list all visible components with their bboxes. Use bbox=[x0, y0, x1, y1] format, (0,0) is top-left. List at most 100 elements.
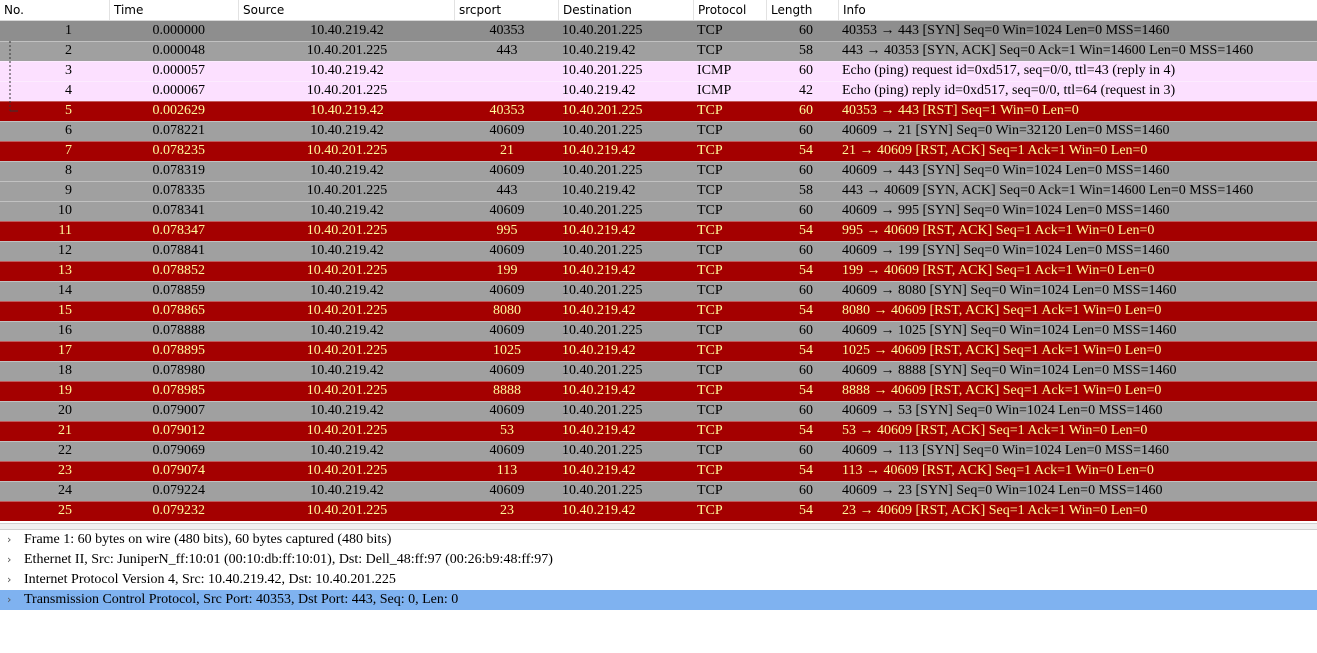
packet-length: 60 bbox=[799, 283, 813, 298]
column-header-srcport[interactable]: srcport bbox=[455, 0, 559, 20]
packet-protocol: TCP bbox=[697, 503, 723, 518]
packet-row[interactable]: 1 0.000000 10.40.219.42 40353 10.40.201.225 T… bbox=[0, 21, 1317, 41]
packet-time: 0.078980 bbox=[152, 363, 206, 378]
packet-source: 10.40.201.225 bbox=[306, 383, 388, 398]
packet-row[interactable]: 14 0.078859 10.40.219.42 40609 10.40.201.225… bbox=[0, 281, 1317, 301]
packet-row[interactable]: 20 0.079007 10.40.219.42 40609 10.40.201.225… bbox=[0, 401, 1317, 421]
packet-length: 54 bbox=[799, 463, 813, 478]
packet-number: 12 bbox=[58, 243, 72, 258]
packet-row[interactable]: 23 0.079074 10.40.201.225 113 10.40.219.42 TC… bbox=[0, 461, 1317, 481]
packet-time: 0.078319 bbox=[152, 163, 206, 178]
packet-row[interactable]: 7 0.078235 10.40.201.225 21 10.40.219.42 TCP 5… bbox=[0, 141, 1317, 161]
packet-row[interactable]: 8 0.078319 10.40.219.42 40609 10.40.201.225 T… bbox=[0, 161, 1317, 181]
packet-time: 0.000000 bbox=[152, 23, 206, 38]
packet-number: 8 bbox=[65, 163, 72, 178]
packet-list-pane[interactable]: No. Time Source srcport Destination Prot… bbox=[0, 0, 1317, 523]
packet-source: 10.40.219.42 bbox=[310, 363, 384, 378]
packet-row[interactable]: 6 0.078221 10.40.219.42 40609 10.40.201.225 T… bbox=[0, 121, 1317, 141]
pane-splitter[interactable] bbox=[0, 523, 1317, 530]
packet-length: 54 bbox=[799, 303, 813, 318]
packet-source: 10.40.201.225 bbox=[306, 83, 388, 98]
packet-protocol: TCP bbox=[697, 223, 723, 238]
detail-tree-item[interactable]: › Transmission Control Protocol, Src Port… bbox=[0, 590, 1317, 610]
packet-destination: 10.40.201.225 bbox=[562, 203, 643, 218]
packet-length: 54 bbox=[799, 223, 813, 238]
packet-info: 40609 → 8888 [SYN] Seq=0 Win=1024 Len=0 … bbox=[842, 363, 1177, 378]
column-header-source[interactable]: Source bbox=[239, 0, 455, 20]
packet-time: 0.078841 bbox=[152, 243, 206, 258]
packet-row[interactable]: 18 0.078980 10.40.219.42 40609 10.40.201.225… bbox=[0, 361, 1317, 381]
column-header-time[interactable]: Time bbox=[110, 0, 239, 20]
packet-row[interactable]: 11 0.078347 10.40.201.225 995 10.40.219.42 TC… bbox=[0, 221, 1317, 241]
packet-details-pane[interactable]: › Frame 1: 60 bytes on wire (480 bits), 6… bbox=[0, 530, 1317, 653]
packet-row[interactable]: 13 0.078852 10.40.201.225 199 10.40.219.42 TC… bbox=[0, 261, 1317, 281]
packet-destination: 10.40.201.225 bbox=[562, 123, 643, 138]
packet-row[interactable]: 22 0.079069 10.40.219.42 40609 10.40.201.225… bbox=[0, 441, 1317, 461]
packet-info: 199 → 40609 [RST, ACK] Seq=1 Ack=1 Win=0… bbox=[842, 263, 1155, 278]
packet-protocol: TCP bbox=[697, 143, 723, 158]
column-header-protocol[interactable]: Protocol bbox=[694, 0, 767, 20]
packet-length: 54 bbox=[799, 383, 813, 398]
packet-source: 10.40.201.225 bbox=[306, 423, 388, 438]
packet-row[interactable]: 9 0.078335 10.40.201.225 443 10.40.219.42 TCP… bbox=[0, 181, 1317, 201]
chevron-right-icon[interactable]: › bbox=[7, 550, 17, 570]
chevron-right-icon[interactable]: › bbox=[7, 590, 17, 610]
column-header-info[interactable]: Info bbox=[839, 0, 1317, 20]
detail-tree-item[interactable]: › Frame 1: 60 bytes on wire (480 bits), 6… bbox=[0, 530, 1317, 550]
packet-info: 40609 → 8080 [SYN] Seq=0 Win=1024 Len=0 … bbox=[842, 283, 1177, 298]
packet-row[interactable]: 3 0.000057 10.40.219.42 10.40.201.225 ICMP 60… bbox=[0, 61, 1317, 81]
packet-row[interactable]: 15 0.078865 10.40.201.225 8080 10.40.219.42 T… bbox=[0, 301, 1317, 321]
packet-source: 10.40.219.42 bbox=[310, 163, 384, 178]
packet-row[interactable]: 12 0.078841 10.40.219.42 40609 10.40.201.225… bbox=[0, 241, 1317, 261]
packet-srcport: 443 bbox=[496, 183, 518, 198]
packet-row[interactable]: 25 0.079232 10.40.201.225 23 10.40.219.42 TCP… bbox=[0, 501, 1317, 521]
column-header-no[interactable]: No. bbox=[0, 0, 110, 20]
chevron-right-icon[interactable]: › bbox=[7, 530, 17, 550]
packet-info: 40609 → 443 [SYN] Seq=0 Win=1024 Len=0 M… bbox=[842, 163, 1170, 178]
packet-destination: 10.40.219.42 bbox=[562, 43, 636, 58]
packet-protocol: ICMP bbox=[697, 83, 732, 98]
packet-source: 10.40.201.225 bbox=[306, 43, 388, 58]
packet-info: 1025 → 40609 [RST, ACK] Seq=1 Ack=1 Win=… bbox=[842, 343, 1162, 358]
packet-number: 17 bbox=[58, 343, 72, 358]
packet-time: 0.079069 bbox=[152, 443, 206, 458]
detail-tree-item[interactable]: › Ethernet II, Src: JuniperN_ff:10:01 (00… bbox=[0, 550, 1317, 570]
packet-time: 0.078221 bbox=[152, 123, 206, 138]
packet-time: 0.000067 bbox=[152, 83, 206, 98]
packet-time: 0.000057 bbox=[152, 63, 206, 78]
packet-info: 40609 → 53 [SYN] Seq=0 Win=1024 Len=0 MS… bbox=[842, 403, 1163, 418]
chevron-right-icon[interactable]: › bbox=[7, 570, 17, 590]
packet-row[interactable]: 17 0.078895 10.40.201.225 1025 10.40.219.42 T… bbox=[0, 341, 1317, 361]
packet-srcport bbox=[455, 61, 559, 81]
packet-row[interactable]: 24 0.079224 10.40.219.42 40609 10.40.201.225… bbox=[0, 481, 1317, 501]
packet-info: 40609 → 21 [SYN] Seq=0 Win=32120 Len=0 M… bbox=[842, 123, 1170, 138]
packet-info: 40609 → 199 [SYN] Seq=0 Win=1024 Len=0 M… bbox=[842, 243, 1170, 258]
packet-row[interactable]: 19 0.078985 10.40.201.225 8888 10.40.219.42 T… bbox=[0, 381, 1317, 401]
packet-row[interactable]: 21 0.079012 10.40.201.225 53 10.40.219.42 TCP… bbox=[0, 421, 1317, 441]
packet-row[interactable]: 10 0.078341 10.40.219.42 40609 10.40.201.225… bbox=[0, 201, 1317, 221]
detail-tree-item[interactable]: › Internet Protocol Version 4, Src: 10.40… bbox=[0, 570, 1317, 590]
packet-number: 4 bbox=[65, 83, 72, 98]
packet-length: 60 bbox=[799, 323, 813, 338]
packet-destination: 10.40.201.225 bbox=[562, 163, 643, 178]
packet-srcport: 40609 bbox=[489, 283, 525, 298]
packet-srcport: 40609 bbox=[489, 163, 525, 178]
column-header-length[interactable]: Length bbox=[767, 0, 839, 20]
packet-row[interactable]: 16 0.078888 10.40.219.42 40609 10.40.201.225… bbox=[0, 321, 1317, 341]
packet-protocol: TCP bbox=[697, 363, 723, 378]
packet-row[interactable]: 4 0.000067 10.40.201.225 10.40.219.42 ICMP 42… bbox=[0, 81, 1317, 101]
packet-length: 60 bbox=[799, 23, 813, 38]
packet-time: 0.079074 bbox=[152, 463, 206, 478]
packet-row[interactable]: 2 0.000048 10.40.201.225 443 10.40.219.42 TCP… bbox=[0, 41, 1317, 61]
column-header-destination[interactable]: Destination bbox=[559, 0, 694, 20]
packet-row[interactable]: 5 0.002629 10.40.219.42 40353 10.40.201.225 T… bbox=[0, 101, 1317, 121]
packet-protocol: TCP bbox=[697, 203, 723, 218]
packet-length: 60 bbox=[799, 203, 813, 218]
packet-srcport: 40353 bbox=[489, 23, 525, 38]
packet-length: 60 bbox=[799, 63, 813, 78]
packet-srcport bbox=[455, 81, 559, 101]
packet-number: 1 bbox=[65, 23, 72, 38]
packet-source: 10.40.219.42 bbox=[310, 103, 384, 118]
packet-info: 40609 → 23 [SYN] Seq=0 Win=1024 Len=0 MS… bbox=[842, 483, 1163, 498]
packet-length: 60 bbox=[799, 243, 813, 258]
